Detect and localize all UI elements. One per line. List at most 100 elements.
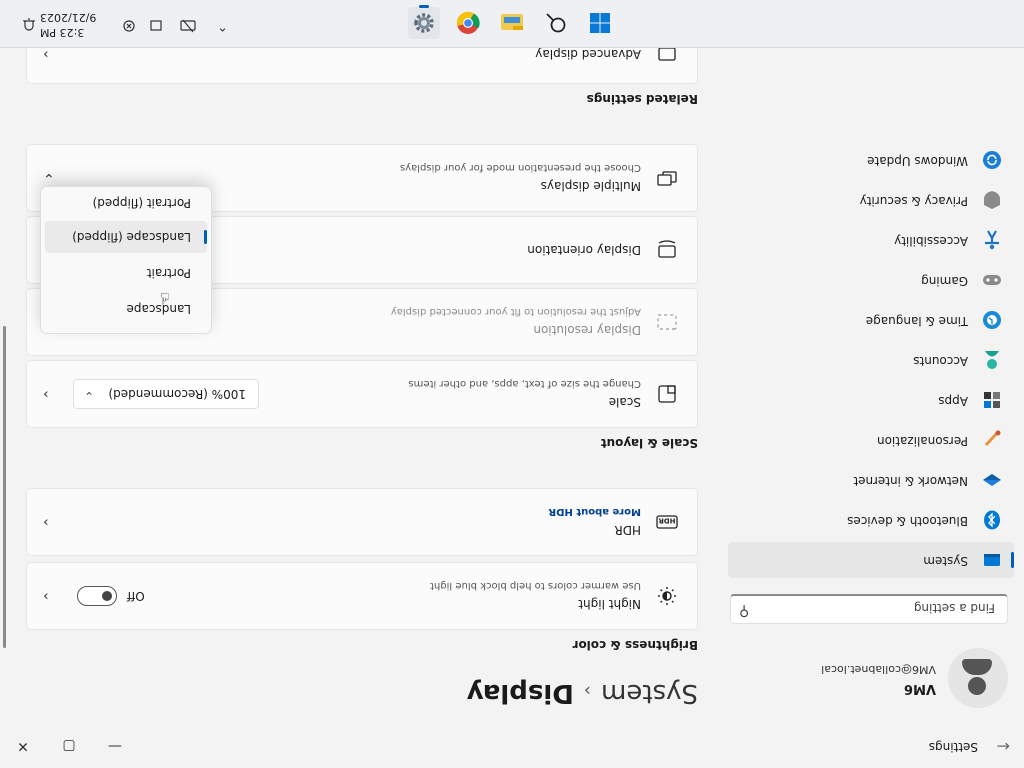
multiple-displays-subtitle: Choose the presentation mode for your di… [399, 162, 641, 173]
sidebar-item-system[interactable]: System [728, 542, 1014, 578]
taskbar-clock[interactable]: 3:23 PM 9/21/2023 [40, 10, 104, 40]
sidebar-item-accounts[interactable]: Accounts [728, 342, 1014, 378]
option-label: Portrait (flipped) [92, 196, 191, 210]
sidebar-item-personalization[interactable]: Personalization [728, 422, 1014, 458]
orientation-option-portrait-flipped[interactable]: Portrait (flipped) [45, 187, 207, 219]
sidebar-item-label: Accessibility [894, 234, 968, 248]
chrome-icon[interactable] [452, 7, 484, 39]
sidebar-item-label: Bluetooth & devices [847, 514, 968, 528]
sidebar-item-label: Accounts [913, 354, 968, 368]
maximize-button[interactable]: ▢ [54, 734, 84, 758]
multiple-displays-icon [655, 166, 679, 190]
hdr-icon: HDR [655, 510, 679, 534]
selected-indicator [204, 230, 207, 244]
avatar[interactable] [948, 648, 1008, 708]
chevron-right-icon[interactable]: › [43, 386, 49, 402]
back-arrow-icon[interactable]: ← [997, 737, 1010, 756]
display-orientation-title: Display orientation [527, 243, 641, 257]
personalization-icon [982, 430, 1002, 450]
sidebar-item-network[interactable]: Network & internet [728, 462, 1014, 498]
chevron-right-icon[interactable]: › [43, 46, 49, 62]
avatar-body-icon [962, 659, 992, 675]
active-indicator [1011, 552, 1014, 568]
minimize-button[interactable]: — [100, 734, 130, 758]
time-language-icon [982, 310, 1002, 330]
search-input[interactable] [763, 598, 997, 618]
night-light-row[interactable]: Night light Use warmer colors to help bl… [26, 562, 698, 630]
clock-date: 9/21/2023 [40, 11, 97, 24]
battery-icon[interactable] [120, 15, 136, 33]
chevron-down-icon[interactable]: ⌄ [43, 170, 55, 186]
sidebar-item-label: System [923, 554, 968, 568]
chevron-up-icon[interactable]: ⌃ [217, 18, 228, 33]
sidebar-item-windows-update[interactable]: Windows Update [728, 142, 1014, 178]
section-heading-scale-layout: Scale & layout [600, 436, 698, 450]
advanced-display-title: Advanced display [535, 47, 641, 61]
toggle-knob [102, 591, 112, 601]
title-bar: ← Settings — ▢ ✕ [0, 724, 1024, 768]
sidebar-item-bluetooth[interactable]: Bluetooth & devices [728, 502, 1014, 538]
option-label: Landscape (flipped) [72, 230, 191, 244]
scale-dropdown-value: 100% (Recommended) [108, 387, 246, 401]
settings-search-box[interactable]: ⚲ [730, 594, 1008, 624]
chevron-right-icon[interactable]: › [43, 588, 49, 604]
search-icon[interactable]: ⚲ [739, 603, 749, 619]
svg-text:HDR: HDR [658, 517, 676, 525]
chevron-right-icon[interactable]: › [43, 514, 49, 530]
clock-time: 3:23 PM [40, 26, 85, 39]
brightness-sun-icon [655, 584, 679, 608]
hdr-row[interactable]: HDR HDR More about HDR › [26, 488, 698, 556]
orientation-dropdown-menu[interactable]: Landscape Portrait Landscape (flipped) P… [40, 186, 212, 334]
avatar-head-icon [968, 677, 986, 695]
account-name: VM6 [903, 681, 936, 696]
accounts-icon [982, 350, 1002, 370]
sidebar-item-accessibility[interactable]: Accessibility [728, 222, 1014, 258]
breadcrumb-parent[interactable]: System [601, 678, 698, 708]
network-icon[interactable] [180, 15, 196, 33]
sidebar-item-label: Personalization [877, 434, 968, 448]
orientation-option-landscape-flipped[interactable]: Landscape (flipped) [45, 221, 207, 253]
app-title: Settings [928, 740, 978, 754]
night-light-toggle[interactable] [77, 586, 117, 606]
night-light-title: Night light [578, 597, 641, 611]
windows-start-icon[interactable] [584, 7, 616, 39]
settings-icon[interactable] [408, 5, 440, 39]
volume-icon[interactable] [148, 15, 164, 33]
taskbar: ⌃ [0, 0, 1024, 48]
sidebar-item-time-language[interactable]: Time & language [728, 302, 1014, 338]
sidebar-item-label: Apps [938, 394, 968, 408]
mouse-cursor-icon: ☝ [160, 289, 170, 308]
chevron-right-icon: › [583, 680, 592, 701]
chevron-down-icon: ⌄ [84, 389, 95, 403]
file-explorer-icon[interactable] [496, 7, 528, 39]
more-about-hdr-link[interactable]: More about HDR [548, 506, 641, 517]
active-app-indicator [419, 5, 429, 8]
section-heading-brightness: Brightness & color [572, 638, 698, 652]
bluetooth-icon [982, 510, 1002, 530]
option-label: Landscape [126, 302, 191, 316]
scale-row[interactable]: Scale Change the size of text, apps, and… [26, 360, 698, 428]
hdr-title: HDR [614, 523, 641, 537]
windows-update-icon [982, 150, 1002, 170]
multiple-displays-title: Multiple displays [540, 179, 641, 193]
night-light-subtitle: Use warmer colors to help block blue lig… [430, 580, 641, 591]
close-button[interactable]: ✕ [8, 734, 38, 758]
sidebar-item-label: Time & language [865, 314, 968, 328]
search-icon[interactable] [540, 7, 572, 39]
scale-icon [655, 382, 679, 406]
notification-bell-icon[interactable] [22, 13, 36, 33]
orientation-option-portrait[interactable]: Portrait [45, 257, 207, 289]
apps-icon [982, 390, 1002, 410]
scrollbar[interactable] [3, 326, 6, 648]
orientation-option-landscape[interactable]: Landscape [45, 293, 207, 325]
breadcrumb: System › Display [467, 678, 698, 708]
sidebar-item-gaming[interactable]: Gaming [728, 262, 1014, 298]
sidebar-item-apps[interactable]: Apps [728, 382, 1014, 418]
privacy-icon [982, 190, 1002, 210]
account-email: VM6@collabnet.local [821, 663, 936, 676]
sidebar-item-privacy[interactable]: Privacy & security [728, 182, 1014, 218]
system-icon [982, 550, 1002, 570]
gaming-icon [982, 270, 1002, 290]
scale-subtitle: Change the size of text, apps, and other… [408, 378, 641, 389]
scale-dropdown[interactable]: 100% (Recommended) ⌄ [73, 379, 259, 409]
